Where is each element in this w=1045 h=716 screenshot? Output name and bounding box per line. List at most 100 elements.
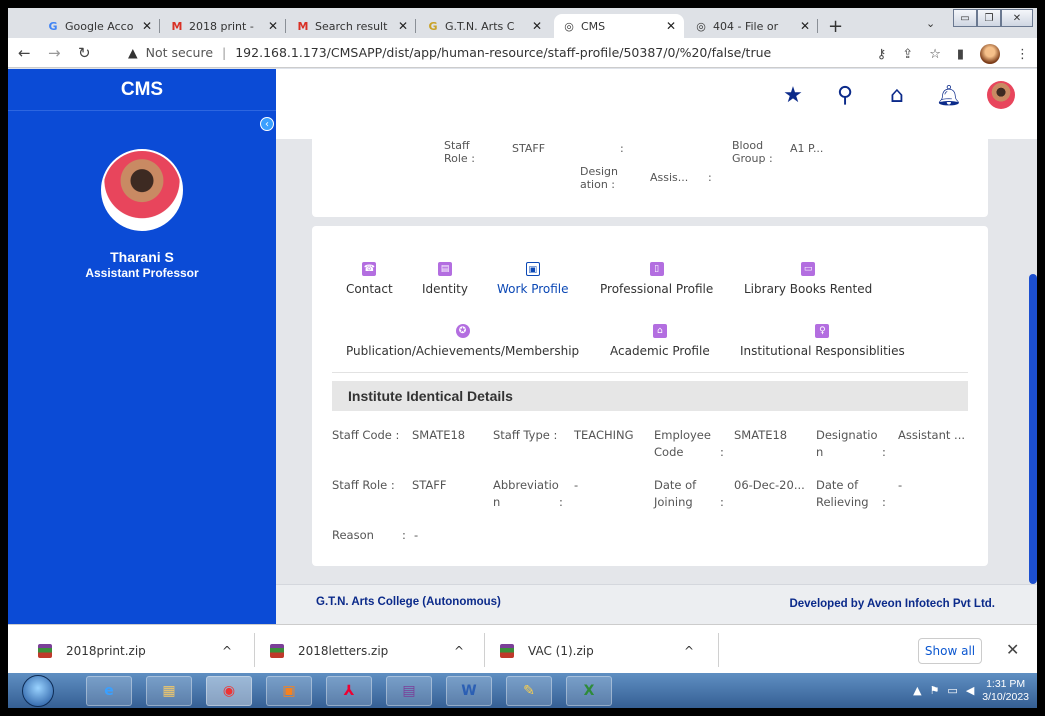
blood-group-label: Blood Group : xyxy=(732,139,773,165)
menu-kebab-icon[interactable]: ⋮ xyxy=(1016,47,1029,62)
reason-value: - xyxy=(414,528,419,542)
close-icon[interactable]: ✕ xyxy=(268,19,278,33)
scrollbar-thumb[interactable] xyxy=(1029,274,1037,584)
tab-academic-profile[interactable]: ⌂ Academic Profile xyxy=(610,324,710,358)
winrar-icon[interactable]: ▤ xyxy=(386,676,432,706)
tab-google-account[interactable]: G Google Acco ✕ xyxy=(38,14,160,38)
date-of-relieving-value: - xyxy=(898,478,903,492)
profile-details-card: ☎ Contact ▤ Identity ▣ Work Profile ▯ Pr… xyxy=(312,226,988,566)
gmail-icon: M xyxy=(297,19,309,33)
system-tray: ▲ ⚑ ▭ ◀ 1:31 PM 3/10/2023 xyxy=(867,673,1037,708)
close-icon[interactable]: ✕ xyxy=(800,19,810,33)
tab-work-profile[interactable]: ▣ Work Profile xyxy=(497,262,569,296)
tab-gmail-2018-print[interactable]: M 2018 print - ✕ xyxy=(162,14,286,38)
download-item[interactable]: 2018print.zip xyxy=(38,640,146,662)
flag-icon[interactable]: ⚑ xyxy=(930,684,940,697)
not-secure-label: Not secure xyxy=(145,45,214,60)
sidebar-collapse-icon[interactable]: ‹ xyxy=(260,117,274,131)
tab-institutional-responsibilities[interactable]: ♀ Institutional Responsiblities xyxy=(740,324,905,358)
abbreviation-value: - xyxy=(574,478,579,492)
reload-icon[interactable]: ↻ xyxy=(78,44,91,62)
profile-summary-card: Staff Role : STAFF : Blood Group : A1 P.… xyxy=(312,139,988,217)
share-icon[interactable]: ⇪ xyxy=(902,47,913,62)
sidebar: CMS Tharani S Assistant Professor xyxy=(8,69,276,624)
download-item[interactable]: 2018letters.zip xyxy=(270,640,388,662)
zip-file-icon xyxy=(38,644,52,658)
bookmark-star-icon[interactable]: ☆ xyxy=(929,47,941,62)
badge-icon: ♀ xyxy=(815,324,830,338)
tab-library-books[interactable]: ▭ Library Books Rented xyxy=(744,262,872,296)
minimize-icon[interactable]: ▭ xyxy=(953,9,977,27)
top-navbar: ★ ⚲ ⌂ 🔔︎ xyxy=(276,69,1037,139)
close-download-bar-icon[interactable]: ✕ xyxy=(1006,640,1019,659)
user-name: Tharani S xyxy=(110,249,174,265)
media-player-icon[interactable]: ▣ xyxy=(266,676,312,706)
file-explorer-icon[interactable]: ▦ xyxy=(146,676,192,706)
chrome-icon[interactable]: ◉ xyxy=(206,676,252,706)
chevron-up-icon[interactable]: ^ xyxy=(222,640,232,662)
staff-code-label: Staff Code : xyxy=(332,428,400,442)
tab-publication[interactable]: ✪ Publication/Achievements/Membership xyxy=(346,324,579,358)
download-item[interactable]: VAC (1).zip xyxy=(500,640,594,662)
show-hidden-icons[interactable]: ▲ xyxy=(913,684,921,697)
footer-college: G.T.N. Arts College (Autonomous) xyxy=(316,596,501,608)
designation-label: Designatio n xyxy=(816,428,878,459)
windows-taskbar: e ▦ ◉ ▣ ⅄ ▤ W ✎ X ▲ ⚑ ▭ ◀ 1:31 PM 3/10/2… xyxy=(8,673,1037,708)
tab-search-icon[interactable]: ⌄ xyxy=(926,17,935,30)
start-button[interactable] xyxy=(22,675,54,707)
blood-group-value: A1 P... xyxy=(790,142,824,155)
word-icon[interactable]: W xyxy=(446,676,492,706)
chevron-up-icon[interactable]: ^ xyxy=(454,640,464,662)
close-icon[interactable]: ✕ xyxy=(142,19,152,33)
designation-label: Design ation : xyxy=(580,165,618,191)
brand-title: CMS xyxy=(8,69,276,111)
staff-role-label: Staff Role : xyxy=(332,478,395,492)
tab-professional-profile[interactable]: ▯ Professional Profile xyxy=(600,262,713,296)
user-avatar xyxy=(101,149,183,231)
tab-identity[interactable]: ▤ Identity xyxy=(422,262,468,296)
chevron-up-icon[interactable]: ^ xyxy=(684,640,694,662)
network-icon[interactable]: ▭ xyxy=(947,684,957,697)
url-field[interactable]: ▲ Not secure | 192.168.1.173/CMSAPP/dist… xyxy=(128,45,771,60)
volume-icon[interactable]: ◀ xyxy=(966,684,974,697)
close-icon[interactable]: ✕ xyxy=(532,19,542,33)
address-bar: ← → ↻ ▲ Not secure | 192.168.1.173/CMSAP… xyxy=(8,38,1037,68)
profile-avatar[interactable] xyxy=(987,81,1015,109)
tab-cms[interactable]: ◎ CMS ✕ xyxy=(554,14,684,38)
excel-icon[interactable]: X xyxy=(566,676,612,706)
side-panel-icon[interactable]: ▮ xyxy=(957,47,964,62)
date-of-joining-value: 06-Dec-20... xyxy=(734,478,805,492)
staff-code-value: SMATE18 xyxy=(412,428,466,442)
google-icon: G xyxy=(48,19,58,33)
close-icon[interactable]: ✕ xyxy=(666,19,676,33)
clock[interactable]: 1:31 PM 3/10/2023 xyxy=(982,678,1029,704)
tab-gtn-arts[interactable]: G G.T.N. Arts C ✕ xyxy=(418,14,550,38)
forward-icon[interactable]: → xyxy=(48,44,61,62)
document-icon: ▯ xyxy=(649,262,664,276)
search-icon[interactable]: ⚲ xyxy=(831,81,859,109)
section-title: Institute Identical Details xyxy=(332,381,968,411)
browser-profile-avatar[interactable] xyxy=(980,44,1000,64)
footer-developer: Developed by Aveon Infotech Pvt Ltd. xyxy=(789,598,995,610)
back-icon[interactable]: ← xyxy=(18,44,31,62)
tab-404[interactable]: ◎ 404 - File or ✕ xyxy=(686,14,818,38)
tab-gmail-search[interactable]: M Search result ✕ xyxy=(288,14,416,38)
home-icon[interactable]: ⌂ xyxy=(883,81,911,109)
globe-icon: ◎ xyxy=(564,19,574,33)
maximize-icon[interactable]: ❐ xyxy=(977,9,1001,27)
college-logo-icon: G xyxy=(428,19,438,33)
show-all-button[interactable]: Show all xyxy=(918,638,982,664)
adobe-reader-icon[interactable]: ⅄ xyxy=(326,676,372,706)
internet-explorer-icon[interactable]: e xyxy=(86,676,132,706)
new-tab-button[interactable]: + xyxy=(828,16,843,37)
paint-icon[interactable]: ✎ xyxy=(506,676,552,706)
warning-icon: ▲ xyxy=(128,45,138,60)
address-bar-actions: ⚷ ⇪ ☆ ▮ ⋮ xyxy=(877,44,1029,64)
close-window-icon[interactable]: ✕ xyxy=(1001,9,1033,27)
close-icon[interactable]: ✕ xyxy=(398,19,408,33)
notification-bell-icon[interactable]: 🔔︎ xyxy=(935,81,963,109)
favorites-star-icon[interactable]: ★ xyxy=(779,81,807,109)
key-icon[interactable]: ⚷ xyxy=(877,47,887,62)
tab-contact[interactable]: ☎ Contact xyxy=(346,262,393,296)
app-footer: G.T.N. Arts College (Autonomous) Develop… xyxy=(276,584,1037,624)
